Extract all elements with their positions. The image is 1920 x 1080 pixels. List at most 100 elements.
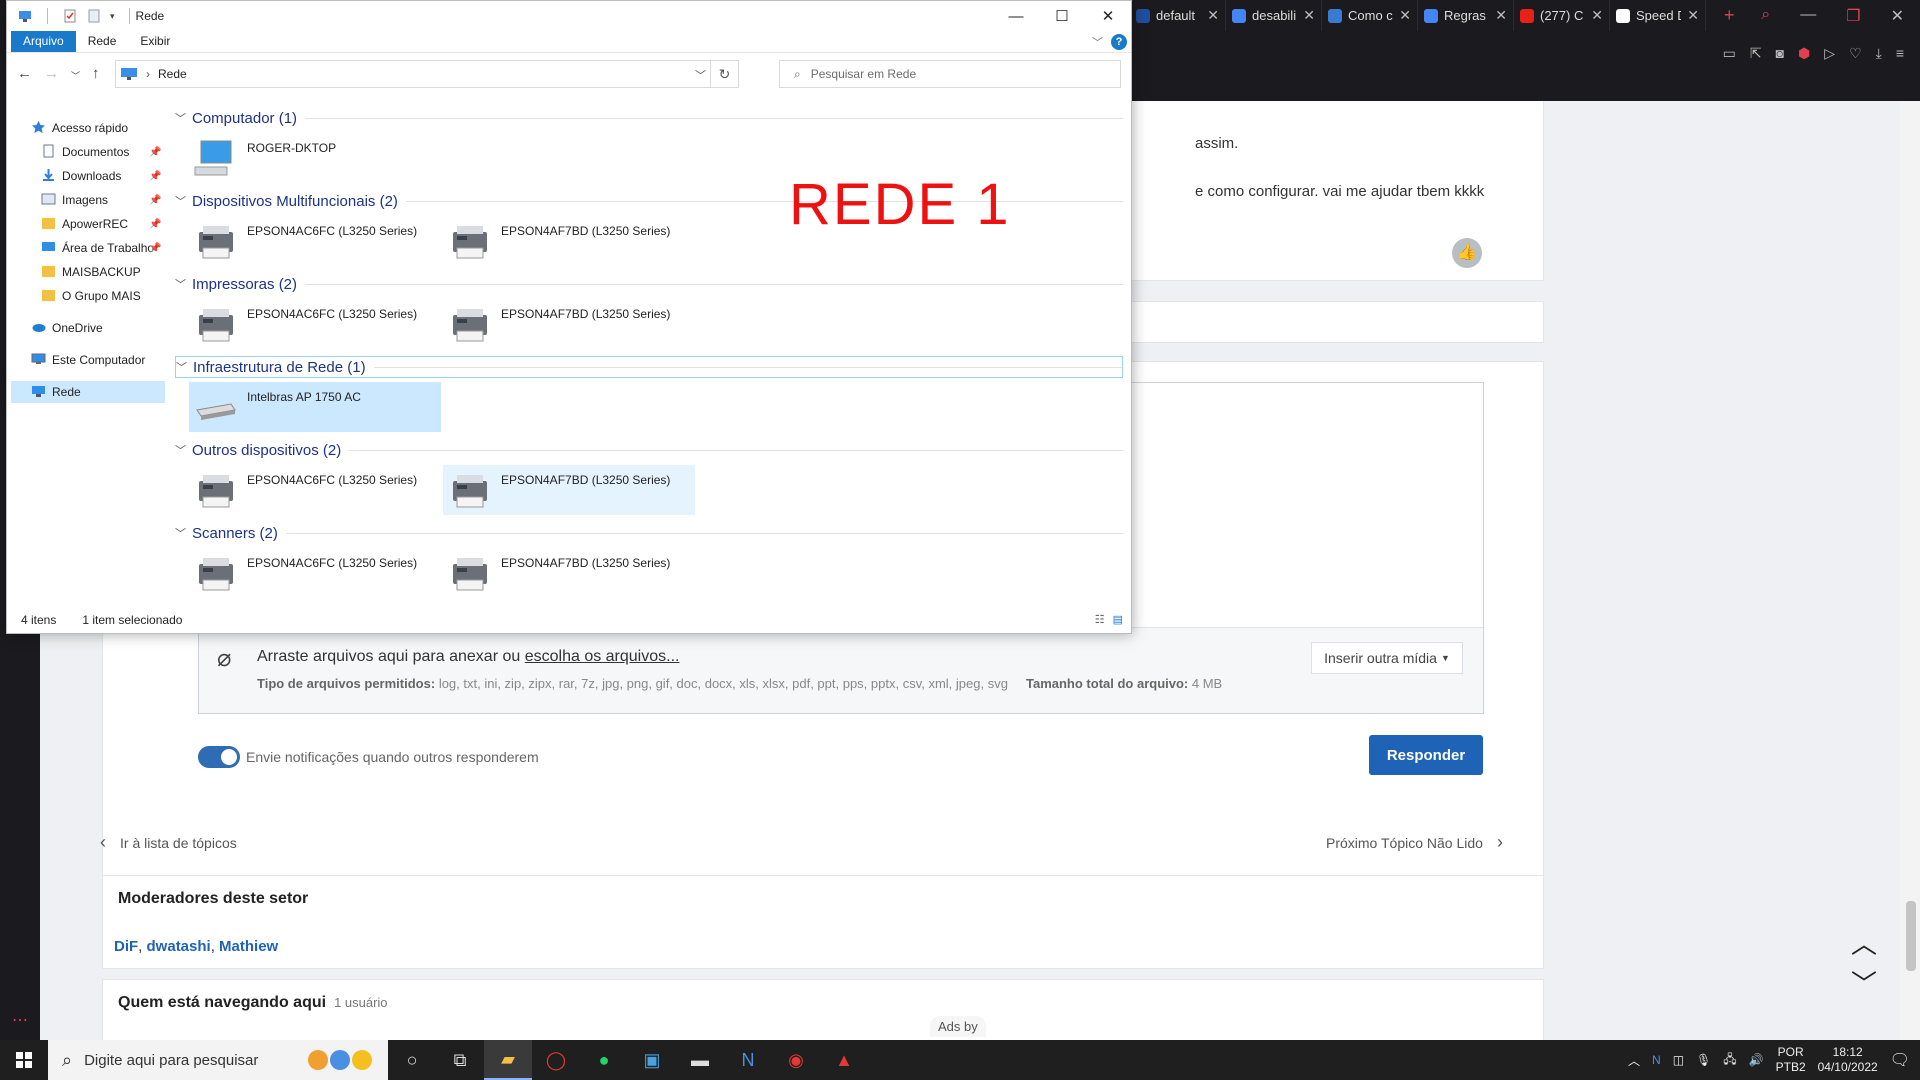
device-tile[interactable]: EPSON4AC6FC (L3250 Series) [189,465,441,515]
tab-arquivo[interactable]: Arquivo [11,31,76,52]
device-tile[interactable]: EPSON4AF7BD (L3250 Series) [443,465,695,515]
address-bar[interactable]: › Rede ﹀ ↻ [115,60,739,88]
properties-icon[interactable] [62,8,78,24]
back-to-topics-link[interactable]: ‹ Ir à lista de tópicos [100,832,237,853]
device-tile[interactable]: EPSON4AF7BD (L3250 Series) [443,299,695,349]
nav-item[interactable]: Rede [11,381,165,403]
search-icon[interactable]: ⌕ [1761,6,1770,26]
device-tile[interactable]: ROGER-DKTOP [189,133,441,183]
taskbar-search-input[interactable]: ⌕ Digite aqui para pesquisar [48,1040,388,1080]
chevron-down-icon[interactable]: ﹀ [175,110,186,126]
moderator-link[interactable]: dwatashi [147,938,211,955]
browser-tab[interactable]: default ✕ [1130,0,1226,31]
address-dropdown-icon[interactable]: ﹀ [695,67,706,83]
recent-dropdown-icon[interactable]: ﹀ [71,69,80,82]
clock[interactable]: 18:12 04/10/2022 [1818,1045,1878,1075]
minimize-icon[interactable]: — [1800,6,1816,26]
file-explorer-window[interactable]: ▾ Rede — ☐ ✕ Arquivo Rede Exibir ﹀ ? ← →… [6,0,1132,634]
scrollbar-thumb[interactable] [1906,901,1916,971]
whatsapp-icon[interactable]: ● [580,1040,628,1080]
heart-icon[interactable]: ♡ [1849,45,1862,62]
tab-rede[interactable]: Rede [76,31,129,52]
maximize-icon[interactable]: ☐ [1039,1,1085,31]
pin-icon[interactable]: 📌 [149,171,161,182]
device-tile[interactable]: EPSON4AF7BD (L3250 Series) [443,548,695,598]
close-tab-icon[interactable]: ✕ [1495,7,1507,24]
recorder-icon[interactable]: ◉ [772,1040,820,1080]
pin-icon[interactable]: 📌 [149,195,161,206]
navigation-pane[interactable]: Acesso rápido Documentos 📌 Downloads 📌 Imagen… [7,93,165,609]
nav-item[interactable]: Downloads 📌 [7,165,165,187]
choose-files-link[interactable]: escolha os arquivos... [525,648,680,665]
breadcrumb-rede[interactable]: Rede [158,67,187,81]
task-view-icon[interactable]: ⧉ [436,1040,484,1080]
start-button[interactable] [0,1040,48,1080]
restore-icon[interactable]: ❐ [1846,6,1860,26]
customize-qat-icon[interactable]: ▾ [110,11,115,22]
volume-icon[interactable]: 🔊 [1749,1053,1764,1067]
download-icon[interactable]: ⤓ [1876,45,1882,62]
refresh-icon[interactable]: ↻ [710,61,738,87]
browser-tab[interactable]: Regras ✕ [1418,0,1514,31]
camera-icon[interactable]: ◙ [1776,45,1784,62]
close-icon[interactable]: ✕ [1891,6,1904,26]
nav-item[interactable]: OneDrive [7,317,165,339]
moderator-link[interactable]: DiF [114,938,138,955]
nav-item[interactable]: Documentos 📌 [7,141,165,163]
new-tab-button[interactable]: + [1706,5,1753,26]
group-header[interactable]: ﹀ Infraestrutura de Rede (1) [175,356,1123,378]
close-tab-icon[interactable]: ✕ [1207,7,1219,24]
device-tile[interactable]: EPSON4AC6FC (L3250 Series) [189,548,441,598]
terminal-icon[interactable]: ▬ [676,1040,724,1080]
device-tile[interactable]: EPSON4AF7BD (L3250 Series) [443,216,695,266]
close-tab-icon[interactable]: ✕ [1303,7,1315,24]
nav-item[interactable]: Acesso rápido [7,117,165,139]
help-icon[interactable]: ? [1111,34,1127,50]
title-bar[interactable]: ▾ Rede — ☐ ✕ [7,1,1131,31]
ads-badge[interactable]: Ads by [930,1016,986,1037]
microphone-icon[interactable]: 🎙 [1696,1053,1711,1067]
file-explorer-icon[interactable]: ▰ [484,1040,532,1080]
nav-item[interactable]: Imagens 📌 [7,189,165,211]
chevron-down-icon[interactable]: ﹀ [175,193,186,209]
insert-media-button[interactable]: Inserir outra mídia ▼ [1311,642,1463,674]
browser-tab[interactable]: desabili ✕ [1226,0,1322,31]
device-tile[interactable]: EPSON4AC6FC (L3250 Series) [189,216,441,266]
close-tab-icon[interactable]: ✕ [1399,7,1411,24]
chevron-down-icon[interactable]: ﹀ [175,276,186,292]
menu-icon[interactable]: ≡ [1896,45,1904,62]
moderator-link[interactable]: Mathiew [219,938,278,955]
camera-icon[interactable]: ◫ [1673,1053,1684,1067]
network-tray-icon[interactable]: 🖧 [1723,1050,1736,1071]
notifications-icon[interactable]: 🗨 [1890,1050,1910,1070]
close-tab-icon[interactable]: ✕ [1591,7,1603,24]
language-indicator[interactable]: POR PTB2 [1776,1045,1806,1075]
nav-item[interactable]: ApowerREC 📌 [7,213,165,235]
opera-icon[interactable]: ◯ [532,1040,580,1080]
group-header[interactable]: ﹀ Computador (1) [175,107,1123,129]
scroll-up-icon[interactable]: ︿ [1851,924,1877,961]
pin-icon[interactable]: 📌 [149,243,161,254]
more-icon[interactable]: ⋯ [12,1010,28,1030]
close-tab-icon[interactable]: ✕ [1687,7,1699,24]
browser-tab[interactable]: Speed D ✕ [1610,0,1706,31]
tray-app-icon[interactable]: N [1652,1053,1661,1067]
page-scrollbar[interactable] [1900,101,1920,1040]
search-input[interactable]: ⌕ Pesquisar em Rede [779,60,1121,88]
forward-arrow-icon[interactable]: → [44,65,59,82]
browser-tab[interactable]: Como c ✕ [1322,0,1418,31]
nav-item[interactable]: MAISBACKUP [7,261,165,283]
send-icon[interactable]: ▷ [1824,45,1835,62]
acrobat-icon[interactable]: ▲ [820,1040,868,1080]
chevron-down-icon[interactable]: ﹀ [175,442,186,458]
pin-icon[interactable]: 📌 [149,219,161,230]
share-icon[interactable]: ⇱ [1750,45,1762,62]
nav-item[interactable]: Este Computador [7,349,165,371]
details-view-icon[interactable]: ☷ [1095,613,1105,626]
network-app-icon[interactable]: N [724,1040,772,1080]
cortana-icon[interactable]: ○ [388,1040,436,1080]
browser-tab[interactable]: (277) C ✕ [1514,0,1610,31]
up-arrow-icon[interactable]: ↑ [92,65,100,82]
shield-icon[interactable]: ⬢ [1798,45,1810,62]
tiles-view-icon[interactable]: ▤ [1113,613,1123,626]
